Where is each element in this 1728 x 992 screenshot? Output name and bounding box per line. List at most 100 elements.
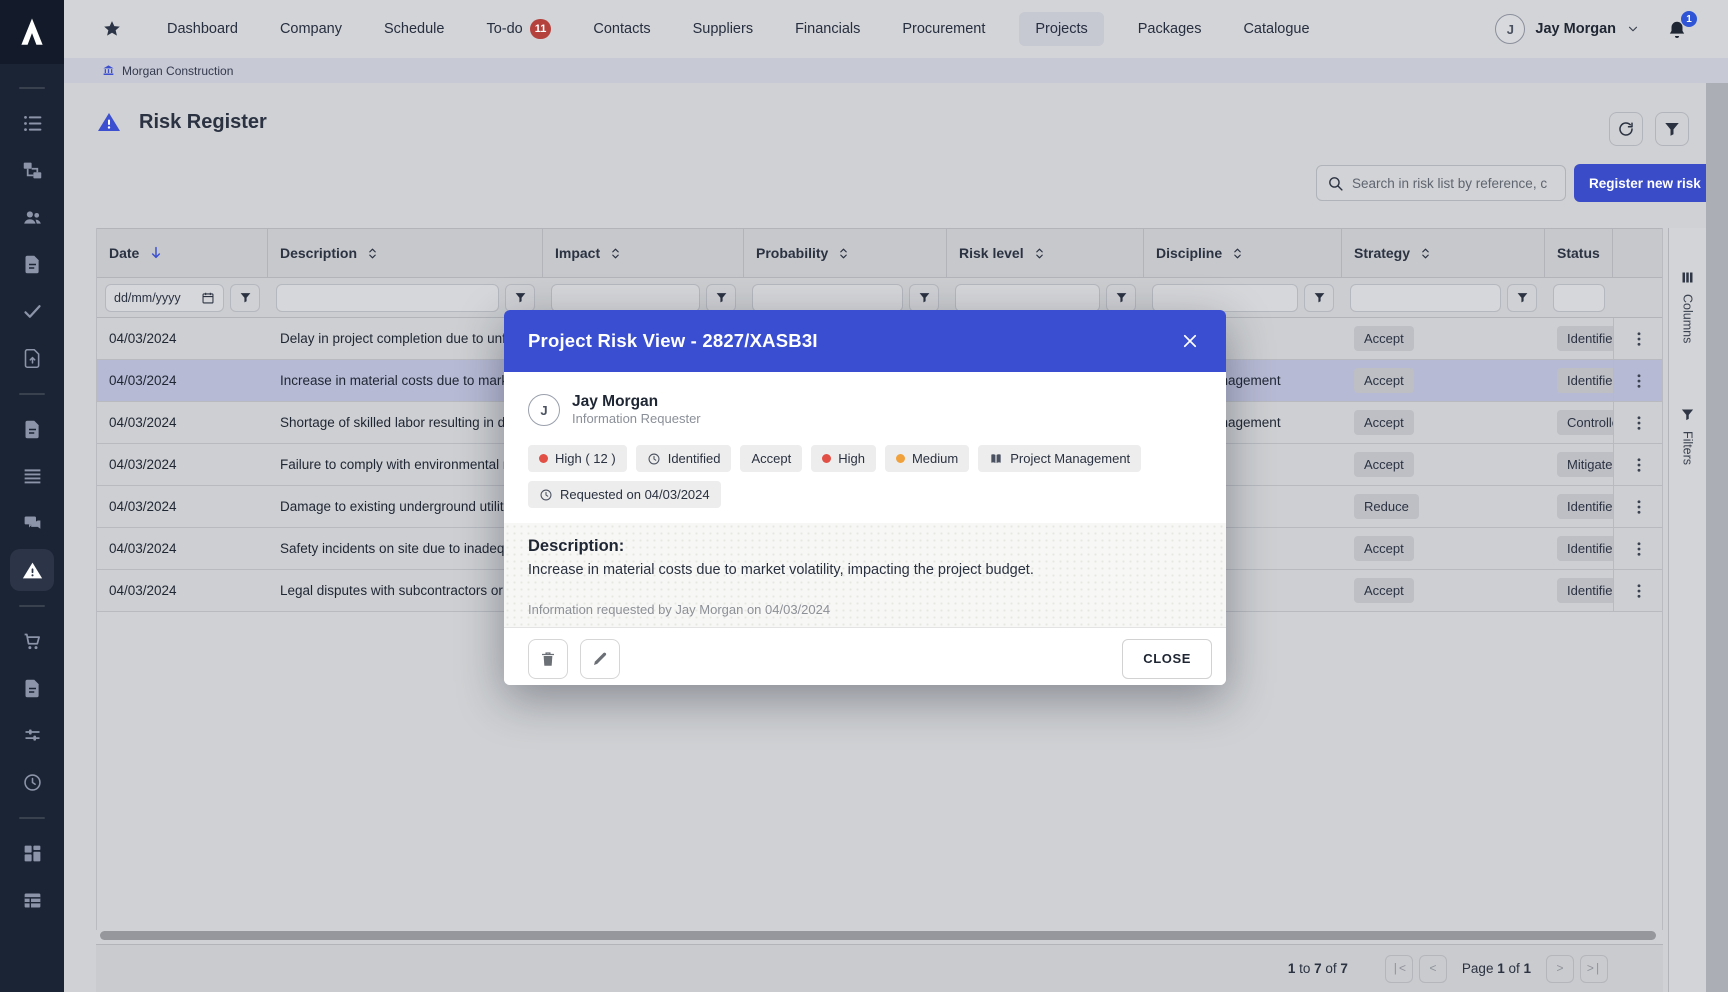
nav-item-financials[interactable]: Financials (787, 12, 868, 46)
cell-description: Damage to existing underground utiliti (268, 499, 543, 514)
date-filter-input[interactable]: dd/mm/yyyy (105, 284, 224, 312)
app-logo[interactable] (0, 0, 64, 64)
refresh-button[interactable] (1609, 112, 1643, 146)
people-icon (22, 207, 43, 228)
nav-item-projects[interactable]: Projects (1019, 12, 1103, 46)
cell-date: 04/03/2024 (97, 499, 268, 514)
nav-item-to-do[interactable]: To-do11 (478, 10, 559, 48)
sidebar-item-check[interactable] (10, 290, 54, 332)
nav-item-label: Catalogue (1243, 21, 1309, 37)
close-icon (1181, 332, 1199, 350)
filter-input-probability[interactable] (752, 284, 903, 312)
status-badge: Identified (1557, 368, 1613, 393)
cell-date: 04/03/2024 (97, 415, 268, 430)
columns-panel-toggle[interactable]: Columns (1680, 270, 1695, 343)
filter-input-strategy[interactable] (1350, 284, 1501, 312)
nav-item-procurement[interactable]: Procurement (894, 12, 993, 46)
sidebar-item-document[interactable] (10, 667, 54, 709)
delete-risk-button[interactable] (528, 639, 568, 679)
row-menu-button[interactable] (1626, 326, 1652, 352)
risk-warning-icon (22, 560, 43, 581)
sidebar-item-chat[interactable] (10, 502, 54, 544)
sidebar-item-people[interactable] (10, 196, 54, 238)
column-header-probability[interactable]: Probability (744, 229, 947, 277)
filter-funnel-button[interactable] (1304, 284, 1334, 312)
horizontal-scrollbar[interactable] (100, 931, 1656, 940)
filter-funnel-button[interactable] (1507, 284, 1537, 312)
column-header-description[interactable]: Description (268, 229, 543, 277)
row-menu-button[interactable] (1626, 536, 1652, 562)
sidebar-item-clock[interactable] (10, 761, 54, 803)
filter-funnel-button[interactable] (505, 284, 535, 312)
next-page-button[interactable]: > (1546, 955, 1574, 983)
edit-risk-button[interactable] (580, 639, 620, 679)
top-navigation-bar: Dashboard Company Schedule To-do11 Contacts S… (64, 0, 1728, 58)
filter-funnel-button[interactable] (706, 284, 736, 312)
sort-both-icon (1231, 246, 1244, 261)
modal-close-button[interactable] (1178, 329, 1202, 353)
favorites-star-icon[interactable] (102, 19, 122, 39)
filter-input-discipline[interactable] (1152, 284, 1298, 312)
filter-input-status[interactable] (1553, 284, 1605, 312)
filter-cell-status (1545, 284, 1613, 312)
register-new-risk-button[interactable]: Register new risk (1574, 164, 1716, 202)
filter-funnel-button[interactable] (909, 284, 939, 312)
requester-avatar: J (528, 394, 560, 426)
cell-description: Delay in project completion due to unfo (268, 331, 543, 346)
cell-description: Increase in material costs due to mark (268, 373, 543, 388)
sidebar-item-document[interactable] (10, 408, 54, 450)
row-menu-button[interactable] (1626, 368, 1652, 394)
page-header: Risk Register (96, 110, 267, 134)
previous-page-button[interactable]: < (1419, 955, 1447, 983)
user-menu[interactable]: J Jay Morgan (1495, 14, 1640, 44)
risk-search-input[interactable] (1352, 176, 1555, 191)
nav-item-packages[interactable]: Packages (1130, 12, 1210, 46)
filter-funnel-button[interactable] (1106, 284, 1136, 312)
page-scrollbar-track[interactable] (1706, 58, 1728, 992)
sidebar-item-sliders[interactable] (10, 714, 54, 756)
chip-label: Requested on 04/03/2024 (560, 487, 710, 502)
modal-close-action-button[interactable]: CLOSE (1122, 639, 1212, 679)
status-badge: Identified (1557, 494, 1613, 519)
sidebar-item-table[interactable] (10, 879, 54, 921)
sidebar-item-workflow[interactable] (10, 149, 54, 191)
sidebar-item-risk-warning[interactable] (10, 549, 54, 591)
nav-item-schedule[interactable]: Schedule (376, 12, 452, 46)
column-header-date[interactable]: Date (97, 229, 268, 277)
nav-item-suppliers[interactable]: Suppliers (685, 12, 761, 46)
sidebar-item-list[interactable] (10, 102, 54, 144)
cell-description: Shortage of skilled labor resulting in d (268, 415, 543, 430)
filter-input-impact[interactable] (551, 284, 700, 312)
filters-panel-toggle[interactable]: Filters (1680, 407, 1695, 465)
sidebar-item-rows[interactable] (10, 455, 54, 497)
column-header-strategy[interactable]: Strategy (1342, 229, 1545, 277)
kebab-icon (1630, 582, 1648, 600)
row-menu-button[interactable] (1626, 494, 1652, 520)
column-header-impact[interactable]: Impact (543, 229, 744, 277)
kebab-icon (1630, 540, 1648, 558)
column-header-discipline[interactable]: Discipline (1144, 229, 1342, 277)
sidebar-item-cart[interactable] (10, 620, 54, 662)
first-page-button[interactable]: |< (1385, 955, 1413, 983)
filter-input-risk-level[interactable] (955, 284, 1100, 312)
date-filter-funnel-button[interactable] (230, 284, 260, 312)
column-header-label: Impact (555, 245, 600, 261)
nav-item-company[interactable]: Company (272, 12, 350, 46)
row-menu-button[interactable] (1626, 452, 1652, 478)
nav-item-dashboard[interactable]: Dashboard (159, 12, 246, 46)
nav-item-contacts[interactable]: Contacts (585, 12, 658, 46)
breadcrumb-company[interactable]: Morgan Construction (122, 64, 233, 78)
filter-input-description[interactable] (276, 284, 499, 312)
sidebar-item-document[interactable] (10, 243, 54, 285)
notifications-button[interactable]: 1 (1666, 17, 1690, 41)
nav-item-catalogue[interactable]: Catalogue (1235, 12, 1317, 46)
last-page-button[interactable]: >| (1580, 955, 1608, 983)
filter-toggle-button[interactable] (1655, 112, 1689, 146)
cell-actions (1613, 360, 1664, 401)
row-menu-button[interactable] (1626, 578, 1652, 604)
funnel-icon (1516, 291, 1529, 304)
column-header-risk-level[interactable]: Risk level (947, 229, 1144, 277)
sidebar-item-dashboard-grid[interactable] (10, 832, 54, 874)
row-menu-button[interactable] (1626, 410, 1652, 436)
sidebar-item-file-upload[interactable] (10, 337, 54, 379)
